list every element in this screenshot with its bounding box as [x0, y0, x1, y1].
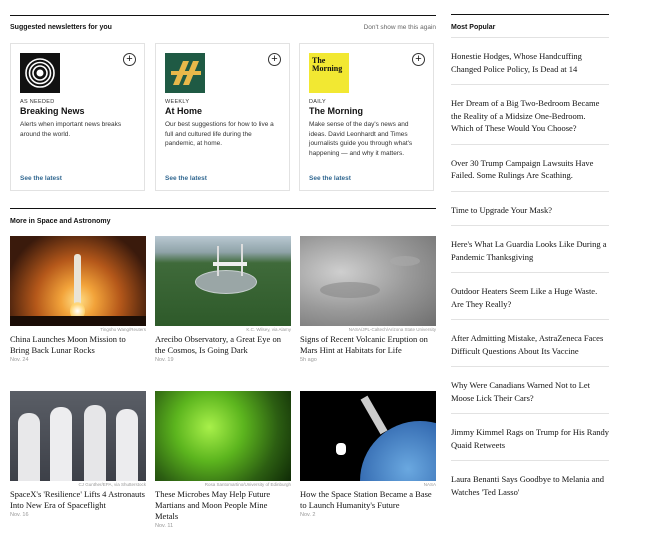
- most-popular-item[interactable]: Why Were Canadians Warned Not to Let Moo…: [451, 366, 609, 413]
- breaking-news-logo-icon: [20, 53, 60, 93]
- most-popular-item[interactable]: After Admitting Mistake, AstraZeneca Fac…: [451, 319, 609, 366]
- story-card[interactable]: Tingshu Wang/Reuters China Launches Moon…: [10, 236, 146, 363]
- most-popular-item[interactable]: Here's What La Guardia Looks Like During…: [451, 225, 609, 272]
- add-newsletter-button[interactable]: +: [123, 53, 136, 66]
- arecibo-observatory-photo: [155, 236, 291, 326]
- newsletter-frequency: AS NEEDED: [20, 99, 55, 105]
- most-popular-item[interactable]: Outdoor Heaters Seem Like a Huge Waste. …: [451, 272, 609, 319]
- story-date: Nov. 24: [10, 357, 29, 363]
- newsletter-card-the-morning: The Morning + DAILY The Morning Make sen…: [299, 43, 434, 191]
- see-the-latest-link[interactable]: See the latest: [20, 175, 62, 182]
- story-date: Nov. 2: [300, 512, 316, 518]
- story-headline: China Launches Moon Mission to Bring Bac…: [10, 334, 126, 355]
- story-card[interactable]: Rosa Santomartino/University of Edinburg…: [155, 391, 291, 529]
- photo-credit: NASA: [423, 482, 436, 487]
- newsletter-card-at-home: + WEEKLY At Home Our best suggestions fo…: [155, 43, 290, 191]
- newsletter-description: Our best suggestions for how to live a f…: [165, 121, 274, 147]
- story-date: Nov. 16: [10, 512, 29, 518]
- add-newsletter-button[interactable]: +: [268, 53, 281, 66]
- story-date: Nov. 19: [155, 357, 174, 363]
- the-morning-logo-text: The Morning: [312, 56, 343, 73]
- at-home-logo-icon: [165, 53, 205, 93]
- most-popular-item[interactable]: Honestie Hodges, Whose Handcuffing Chang…: [451, 37, 609, 84]
- most-popular-item[interactable]: Laura Benanti Says Goodbye to Melania an…: [451, 460, 609, 507]
- photo-credit: K.C. Wilsey, via Alamy: [246, 327, 291, 332]
- most-popular-item[interactable]: Time to Upgrade Your Mask?: [451, 190, 609, 226]
- story-date: 5h ago: [300, 357, 317, 363]
- story-card[interactable]: NASA How the Space Station Became a Base…: [300, 391, 436, 518]
- photo-credit: Rosa Santomartino/University of Edinburg…: [204, 482, 291, 487]
- the-morning-logo-icon: The Morning: [309, 53, 349, 93]
- rocket-launch-photo: [10, 236, 146, 326]
- story-headline: Arecibo Observatory, a Great Eye on the …: [155, 334, 281, 355]
- most-popular-item[interactable]: Her Dream of a Big Two-Bedroom Became th…: [451, 84, 609, 144]
- story-headline: Signs of Recent Volcanic Eruption on Mar…: [300, 334, 428, 355]
- story-card[interactable]: NASA/JPL-Caltech/Arizona State Universit…: [300, 236, 436, 363]
- newsletter-frequency: DAILY: [309, 99, 326, 105]
- newsletters-rule: [10, 15, 436, 16]
- most-popular-item[interactable]: Jimmy Kimmel Rags on Trump for His Randy…: [451, 413, 609, 460]
- story-headline: How the Space Station Became a Base to L…: [300, 489, 432, 510]
- newsletter-description: Alerts when important news breaks around…: [20, 121, 122, 138]
- most-popular-heading: Most Popular: [451, 24, 496, 31]
- most-popular-rule: [451, 14, 609, 15]
- story-headline: These Microbes May Help Future Martians …: [155, 489, 271, 521]
- spacex-astronauts-photo: [10, 391, 146, 481]
- mars-surface-photo: [300, 236, 436, 326]
- photo-credit: NASA/JPL-Caltech/Arizona State Universit…: [348, 327, 436, 332]
- newsletter-frequency: WEEKLY: [165, 99, 190, 105]
- newsletter-name: Breaking News: [20, 106, 85, 116]
- newsletter-name: The Morning: [309, 106, 363, 116]
- newsletter-card-breaking-news: + AS NEEDED Breaking News Alerts when im…: [10, 43, 145, 191]
- story-headline: SpaceX's 'Resilience' Lifts 4 Astronauts…: [10, 489, 145, 510]
- space-section-rule: [10, 208, 436, 209]
- most-popular-item[interactable]: Over 30 Trump Campaign Lawsuits Have Fai…: [451, 143, 609, 191]
- newsletter-description: Make sense of the day's news and ideas. …: [309, 121, 413, 157]
- story-card[interactable]: K.C. Wilsey, via Alamy Arecibo Observato…: [155, 236, 291, 363]
- space-section-heading: More in Space and Astronomy: [10, 218, 111, 225]
- photo-credit: Tingshu Wang/Reuters: [100, 327, 146, 332]
- microbes-photo: [155, 391, 291, 481]
- see-the-latest-link[interactable]: See the latest: [309, 175, 351, 182]
- newsletters-heading: Suggested newsletters for you: [10, 24, 112, 31]
- dismiss-newsletters-link[interactable]: Don't show me this again: [364, 24, 436, 31]
- photo-credit: CJ Gunther/EPA, via Shutterstock: [78, 482, 146, 487]
- most-popular-list: Honestie Hodges, Whose Handcuffing Chang…: [451, 37, 609, 507]
- see-the-latest-link[interactable]: See the latest: [165, 175, 207, 182]
- add-newsletter-button[interactable]: +: [412, 53, 425, 66]
- story-card[interactable]: CJ Gunther/EPA, via Shutterstock SpaceX'…: [10, 391, 146, 518]
- story-date: Nov. 11: [155, 523, 174, 529]
- space-station-photo: [300, 391, 436, 481]
- newsletter-name: At Home: [165, 106, 203, 116]
